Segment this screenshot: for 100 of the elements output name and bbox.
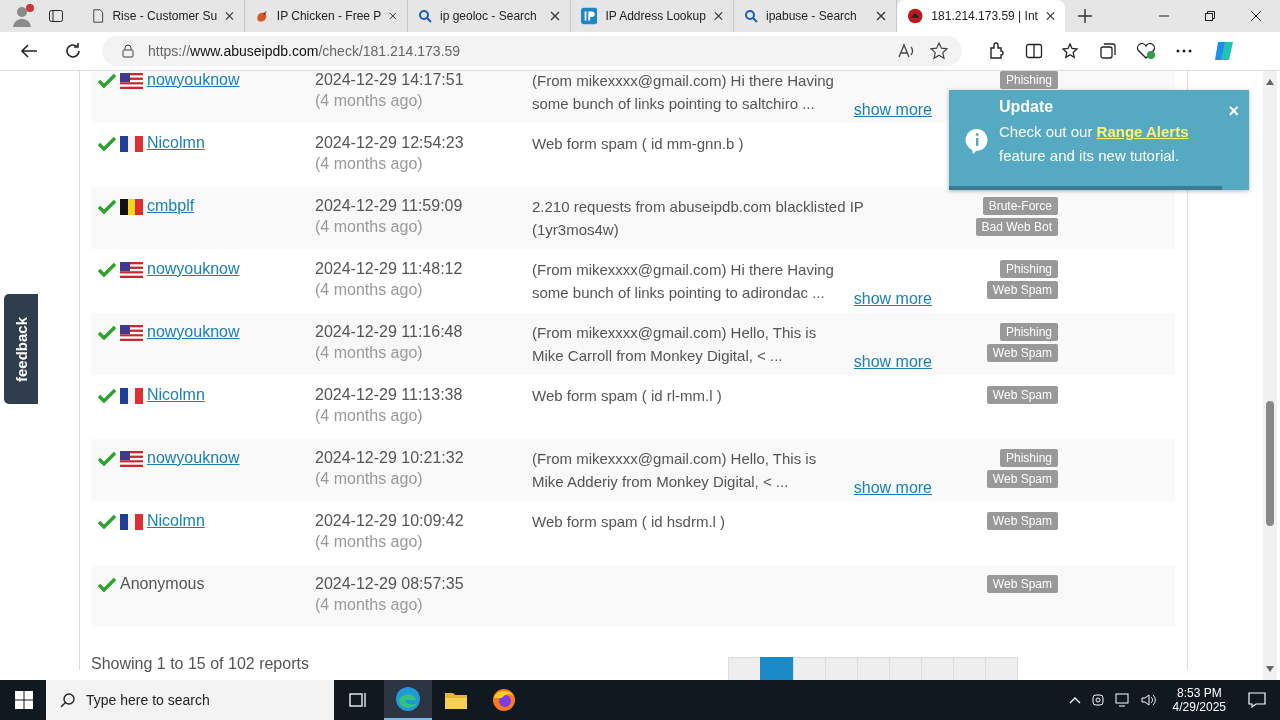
page-icon <box>92 8 105 24</box>
reload-icon[interactable] <box>64 42 82 60</box>
close-icon[interactable] <box>1250 10 1262 22</box>
browser-tab[interactable]: Rise - Customer Su <box>82 0 245 32</box>
report-age: (4 months ago) <box>315 470 424 488</box>
reporter-link[interactable]: Nicolmn <box>147 386 205 404</box>
flag-icon <box>120 514 143 530</box>
browser-tab[interactable]: IP Address Lookup <box>571 0 734 32</box>
split-screen-icon[interactable] <box>1025 42 1043 60</box>
browser-tab[interactable]: ip geoloc - Search <box>408 0 571 32</box>
close-icon[interactable] <box>876 11 886 21</box>
ip-logo-icon <box>581 7 598 25</box>
report-date: 2024-12-29 11:13:38 <box>315 386 464 404</box>
edge-icon[interactable] <box>395 686 421 712</box>
task-view-icon[interactable] <box>348 691 368 709</box>
folder-icon[interactable] <box>444 690 468 710</box>
url-text: https://www.abuseipdb.com/check/181.214.173.59 <box>148 43 462 59</box>
reporter-link[interactable]: Nicolmn <box>147 134 205 152</box>
range-alerts-link[interactable]: Range Alerts <box>1096 123 1189 140</box>
favorites-icon[interactable] <box>1062 42 1080 60</box>
show-more-link[interactable]: show more <box>853 98 932 121</box>
back-icon[interactable] <box>20 43 38 59</box>
search-input[interactable]: Type here to search <box>86 689 326 711</box>
close-icon[interactable] <box>389 11 397 21</box>
browser-tab[interactable]: IP Chicken - Free P <box>245 0 408 32</box>
address-bar[interactable]: https://www.abuseipdb.com/check/181.214.173.59 <box>102 36 962 66</box>
category-tag[interactable]: Phishing <box>999 323 1058 341</box>
report-date: 2024-12-29 11:59:09 <box>315 197 464 215</box>
category-tag[interactable]: Web Spam <box>986 281 1058 299</box>
reporter-link[interactable]: cmbplf <box>147 197 195 215</box>
search-icon <box>60 692 76 708</box>
toast-message: Check out our Range Alerts feature and its new tutorial. <box>999 122 1190 166</box>
report-age: (4 months ago) <box>315 533 424 551</box>
copilot-icon[interactable] <box>1212 39 1236 63</box>
show-more-link[interactable]: show more <box>853 476 932 499</box>
clock-date: 4/29/2025 <box>1172 700 1226 714</box>
report-date: 2024-12-29 14:17:51 <box>315 71 465 89</box>
show-more-link[interactable]: show more <box>853 350 932 373</box>
report-comment: (From mikexxxx@gmail.com) Hi there Having some bunch of links pointing to saltchiro ... <box>532 71 835 114</box>
category-tag[interactable]: Web Spam <box>986 386 1058 404</box>
info-icon <box>965 128 989 154</box>
close-icon[interactable] <box>713 11 723 21</box>
check-icon <box>98 451 116 466</box>
category-tag[interactable]: Phishing <box>999 260 1058 278</box>
reporter-link[interactable]: nowyouknow <box>147 260 240 278</box>
network-icon[interactable] <box>1114 693 1131 707</box>
category-tag[interactable]: Web Spam <box>986 344 1058 362</box>
taskbar-search-bar[interactable]: Type here to search <box>46 680 334 720</box>
restore-icon[interactable] <box>1204 10 1216 22</box>
scroll-down-icon[interactable] <box>1266 666 1274 672</box>
windows-start-icon[interactable] <box>15 691 33 709</box>
close-icon[interactable] <box>550 11 560 21</box>
firefox-icon[interactable] <box>492 688 516 712</box>
report-date: 2024-12-29 10:21:32 <box>315 449 465 467</box>
read-aloud-icon[interactable] <box>898 43 916 59</box>
notifications-icon[interactable] <box>1248 691 1266 709</box>
reporter-name: Anonymous <box>120 575 205 593</box>
scrollbar[interactable] <box>1263 71 1277 680</box>
category-tag[interactable]: Brute-Force <box>982 197 1058 215</box>
page-button[interactable] <box>759 657 794 680</box>
report-age: (4 months ago) <box>315 92 424 110</box>
volume-icon[interactable] <box>1140 693 1157 707</box>
category-tag[interactable]: Bad Web Bot <box>975 218 1058 236</box>
tab-actions-icon[interactable] <box>48 8 64 24</box>
category-tag[interactable]: Phishing <box>999 71 1058 89</box>
health-icon[interactable] <box>1136 42 1156 60</box>
feedback-tab[interactable]: feedback <box>4 294 38 404</box>
profile-icon[interactable] <box>10 3 36 29</box>
close-button[interactable]: × <box>1228 102 1239 120</box>
close-icon[interactable] <box>225 11 234 21</box>
category-tag[interactable]: Web Spam <box>986 575 1058 593</box>
flag-icon <box>120 199 143 215</box>
browser-tab[interactable]: 181.214.173.59 | Int <box>897 0 1065 32</box>
close-icon[interactable] <box>1045 11 1055 21</box>
report-comment: Web form spam ( id hsdrm.l ) <box>532 512 727 532</box>
more-icon[interactable] <box>1175 48 1193 54</box>
extensions-icon[interactable] <box>988 42 1006 60</box>
scrollbar-thumb[interactable] <box>1266 401 1274 526</box>
star-icon[interactable] <box>930 42 948 60</box>
reporter-link[interactable]: Nicolmn <box>147 512 205 530</box>
report-comment: Web form spam ( id rl-mm.l ) <box>532 386 723 406</box>
scroll-up-icon[interactable] <box>1266 79 1274 85</box>
reporter-link[interactable]: nowyouknow <box>147 323 240 341</box>
camera-icon[interactable] <box>1090 693 1105 707</box>
report-age: (4 months ago) <box>315 407 424 425</box>
results-summary: Showing 1 to 15 of 102 reports <box>91 655 309 673</box>
report-age: (4 months ago) <box>315 218 424 236</box>
category-tag[interactable]: Web Spam <box>986 470 1058 488</box>
clock-time: 8:53 PM <box>1176 686 1222 700</box>
new-tab-icon[interactable] <box>1077 8 1093 24</box>
search-icon <box>744 9 758 23</box>
reporter-link[interactable]: nowyouknow <box>147 71 240 89</box>
category-tag[interactable]: Web Spam <box>986 512 1058 530</box>
check-icon <box>98 73 116 88</box>
collections-icon[interactable] <box>1099 42 1117 60</box>
show-more-link[interactable]: show more <box>853 287 932 310</box>
reporter-link[interactable]: nowyouknow <box>147 449 240 467</box>
report-comment: (From mikexxxx@gmail.com) Hello, This is Mike Adderiy from Monkey Digital, < ... <box>532 449 818 492</box>
chevron-up-icon[interactable] <box>1068 696 1081 704</box>
category-tag[interactable]: Phishing <box>999 449 1058 467</box>
